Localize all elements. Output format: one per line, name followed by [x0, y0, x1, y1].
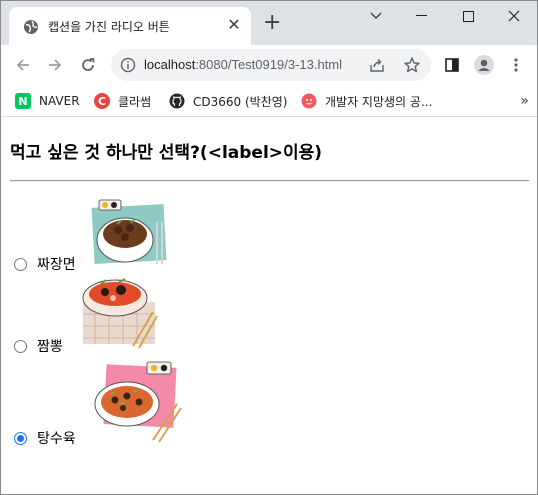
close-window-button[interactable] — [491, 1, 537, 31]
info-icon[interactable] — [120, 57, 136, 73]
page-content: 먹고 싶은 것 하나만 선택?(<label>이용) 짜장면 짬뽕 탕수육 — [1, 118, 537, 494]
classum-icon: C — [94, 93, 110, 109]
radio-jjambbong[interactable] — [14, 339, 27, 353]
bookmark-github[interactable]: CD3660 (박찬영) — [169, 91, 287, 111]
forward-button[interactable] — [44, 54, 66, 76]
minimize-button[interactable] — [399, 1, 445, 31]
url-text[interactable]: localhost:8080/Test0919/3-13.html — [144, 57, 342, 72]
radio-jajangmyeon[interactable] — [14, 257, 27, 271]
url-host: localhost — [144, 57, 196, 72]
reload-button[interactable] — [77, 54, 99, 76]
option-label[interactable]: 짜장면 — [37, 254, 76, 274]
url-path: :8080/Test0919/3-13.html — [195, 57, 343, 72]
blog-icon — [301, 93, 317, 109]
more-menu-icon[interactable] — [505, 54, 527, 76]
page-title: 먹고 싶은 것 하나만 선택?(<label>이용) — [10, 143, 323, 163]
chevron-down-icon[interactable] — [353, 1, 399, 31]
browser-toolbar: localhost:8080/Test0919/3-13.html — [1, 45, 537, 85]
option-jjambbong[interactable]: 짬뽕 — [14, 336, 63, 356]
bookmark-classum[interactable]: C 클라썸 — [94, 91, 151, 111]
bookmark-label: 개발자 지망생의 공... — [325, 94, 433, 109]
bookmark-label: 클라썸 — [118, 94, 152, 109]
tab-title: 캡션을 가진 라디오 버튼 — [48, 20, 170, 34]
option-label[interactable]: 탕수육 — [37, 428, 76, 448]
tab-close-icon[interactable]: ✕ — [225, 16, 243, 34]
share-icon[interactable] — [369, 57, 385, 73]
bookmark-star-icon[interactable] — [403, 56, 421, 74]
bookmarks-bar: N NAVER C 클라썸 CD3660 (박찬영) 개발자 지망생의 공...… — [1, 85, 537, 117]
browser-window: 캡션을 가진 라디오 버튼 ✕ + localhost:8080/Test091… — [0, 0, 538, 495]
radio-tangsuyuk[interactable] — [14, 431, 27, 445]
maximize-button[interactable] — [445, 1, 491, 31]
active-tab[interactable]: 캡션을 가진 라디오 버튼 ✕ — [9, 7, 251, 45]
option-jajangmyeon[interactable]: 짜장면 — [14, 254, 76, 274]
jjambbong-image — [82, 278, 158, 349]
tab-strip: 캡션을 가진 라디오 버튼 ✕ + — [1, 1, 537, 45]
bookmark-label: NAVER — [39, 94, 80, 108]
side-panel-icon[interactable] — [441, 54, 463, 76]
new-tab-button[interactable]: + — [263, 12, 281, 34]
tangsuyuk-image — [94, 361, 182, 443]
back-button[interactable] — [12, 54, 34, 76]
divider — [10, 180, 529, 182]
address-bar[interactable]: localhost:8080/Test0919/3-13.html — [111, 49, 431, 81]
bookmark-naver[interactable]: N NAVER — [15, 91, 80, 111]
option-tangsuyuk[interactable]: 탕수육 — [14, 428, 76, 448]
bookmark-label: CD3660 (박찬영) — [193, 94, 288, 109]
globe-icon — [24, 20, 38, 34]
bookmark-blog[interactable]: 개발자 지망생의 공... — [301, 91, 432, 111]
profile-avatar[interactable] — [473, 54, 495, 76]
option-label[interactable]: 짬뽕 — [37, 336, 63, 356]
github-icon — [169, 93, 185, 109]
bookmarks-overflow-icon[interactable]: » — [520, 93, 529, 109]
naver-icon: N — [15, 93, 31, 109]
jajangmyeon-image — [91, 199, 167, 264]
